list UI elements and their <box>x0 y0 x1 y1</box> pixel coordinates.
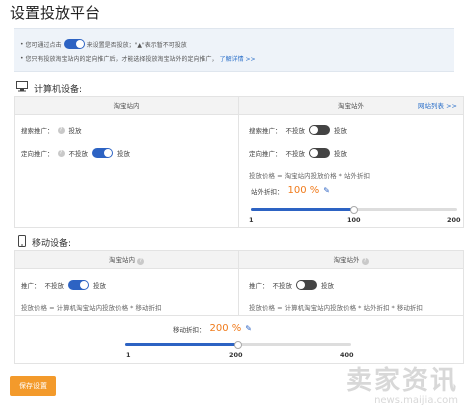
computer-panel: 淘宝站内 搜索推广： ? 投放 定向推广： ? 不投放 投放 淘宝站外 网站列表… <box>14 96 464 228</box>
mobile-tick-max: 400 <box>340 351 354 359</box>
notice-line-2: • 您只有投放淘宝站内的定向推广后，才能选择投放淘宝站外的定向推广， 了解详情 … <box>20 54 256 63</box>
mobile-inside-header: 淘宝站内 ? <box>15 251 238 269</box>
computer-inside-header: 淘宝站内 <box>15 97 238 115</box>
mobile-inside-toggle[interactable] <box>68 280 89 290</box>
mobile-tick-mid: 200 <box>229 351 243 359</box>
page-title: 设置投放平台 <box>10 4 101 22</box>
mobile-divider <box>15 315 463 316</box>
computer-outside-search-toggle[interactable] <box>309 125 330 135</box>
computer-inside-target-toggle[interactable] <box>92 148 113 158</box>
outside-discount-value: 100 % <box>287 185 320 196</box>
mobile-outside-formula: 投放价格 = 计算机淘宝站内投放价格 * 站外折扣 * 移动折扣 <box>249 304 423 312</box>
computer-outside-target-row: 定向推广： 不投放 投放 <box>249 148 347 158</box>
computer-outside-formula: 投放价格 = 淘宝站内投放价格 * 站外折扣 <box>249 172 370 180</box>
mobile-inside-col: 淘宝站内 ? 推广： 不投放 投放 投放价格 = 计算机淘宝站内投放价格 * 移… <box>15 251 239 315</box>
mobile-outside-promo-row: 推广： 不投放 投放 <box>249 280 334 290</box>
help-icon[interactable]: ? <box>57 126 65 134</box>
mobile-inside-promo-row: 推广： 不投放 投放 <box>21 280 106 290</box>
site-list-link[interactable]: 网站列表 >> <box>418 97 457 115</box>
computer-outside-target-toggle[interactable] <box>309 148 330 158</box>
monitor-icon <box>16 81 28 95</box>
mobile-outside-header: 淘宝站外 ? <box>239 251 463 269</box>
help-icon[interactable]: ? <box>57 149 65 157</box>
learn-more-link[interactable]: 了解详情 >> <box>220 54 256 63</box>
mobile-tick-min: 1 <box>126 351 131 359</box>
mobile-inside-formula: 投放价格 = 计算机淘宝站内投放价格 * 移动折扣 <box>21 304 162 312</box>
notice-line-1-prefix: 您可通过点击 <box>25 41 62 49</box>
computer-inside-target-row: 定向推广： ? 不投放 投放 <box>21 148 130 158</box>
computer-outside-discount-row: 站外折扣： 100 % ✎ <box>251 185 330 196</box>
notice-line-2-text: 您只有投放淘宝站内的定向推广后，才能选择投放淘宝站外的定向推广， <box>25 56 218 63</box>
outside-discount-slider-thumb[interactable] <box>350 205 358 214</box>
mobile-section-label: 移动设备: <box>18 235 71 250</box>
computer-outside-col: 淘宝站外 网站列表 >> 搜索推广： 不投放 投放 定向推广： 不投放 投放 投… <box>239 97 463 227</box>
edit-icon[interactable]: ✎ <box>323 186 330 195</box>
computer-section-label: 计算机设备: <box>16 81 82 95</box>
help-icon[interactable]: ? <box>361 258 369 265</box>
mobile-discount-slider-thumb[interactable] <box>234 340 242 349</box>
mobile-discount-row: 移动折扣： 200 % ✎ <box>173 323 252 334</box>
sample-toggle <box>63 39 85 49</box>
mobile-outside-col: 淘宝站外 ? 推广： 不投放 投放 投放价格 = 计算机淘宝站内投放价格 * 站… <box>239 251 463 315</box>
watermark: 卖家资讯 news.maijia.com <box>345 366 458 406</box>
save-settings-button[interactable]: 保存设置 <box>10 376 56 396</box>
outside-tick-max: 200 <box>447 216 461 224</box>
computer-inside-search-row: 搜索推广： ? 投放 <box>21 126 82 135</box>
mobile-panel: 淘宝站内 ? 推广： 不投放 投放 投放价格 = 计算机淘宝站内投放价格 * 移… <box>14 250 464 364</box>
outside-tick-mid: 100 <box>347 216 361 224</box>
notice-line-1: • 您可通过点击 来设置是否投放；"▲"表示暂不可投放 <box>20 39 187 49</box>
mobile-discount-slider-fill <box>125 343 238 346</box>
notice-box: • 您可通过点击 来设置是否投放；"▲"表示暂不可投放 • 您只有投放淘宝站内的… <box>14 28 454 72</box>
mobile-discount-value: 200 % <box>209 323 242 334</box>
computer-outside-header: 淘宝站外 网站列表 >> <box>239 97 463 115</box>
outside-tick-min: 1 <box>249 216 254 224</box>
outside-discount-slider-fill <box>251 208 354 211</box>
computer-outside-search-row: 搜索推广： 不投放 投放 <box>249 125 347 135</box>
help-icon[interactable]: ? <box>137 258 145 265</box>
mobile-outside-toggle[interactable] <box>296 280 317 290</box>
notice-line-1-suffix: 来设置是否投放；"▲"表示暂不可投放 <box>86 41 187 49</box>
computer-inside-col: 淘宝站内 搜索推广： ? 投放 定向推广： ? 不投放 投放 <box>15 97 239 227</box>
edit-icon[interactable]: ✎ <box>245 324 252 333</box>
mobile-icon <box>18 235 26 250</box>
